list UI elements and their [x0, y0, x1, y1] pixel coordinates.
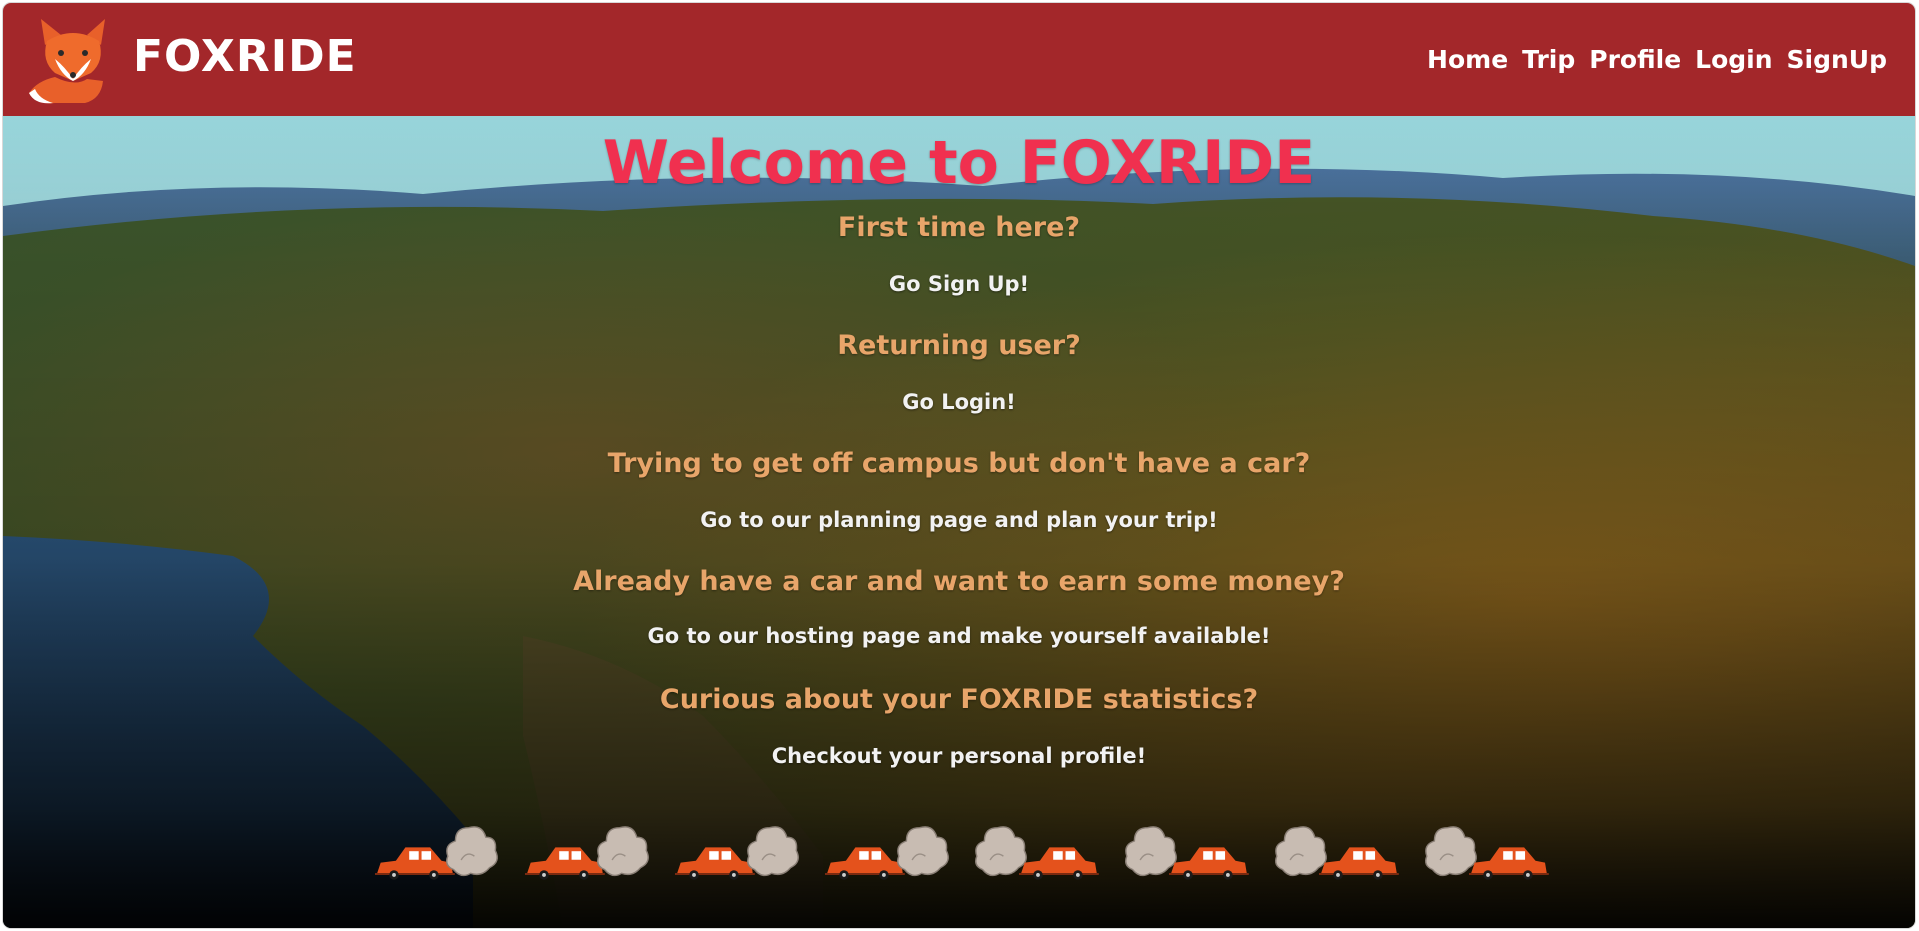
exhaust-cloud-icon — [1275, 826, 1327, 877]
car-icon — [1318, 846, 1400, 881]
nav-link-trip[interactable]: Trip — [1522, 45, 1575, 74]
car-icon — [524, 846, 606, 881]
car-icon — [1168, 846, 1250, 881]
car-icon — [674, 846, 756, 881]
car-icon — [824, 846, 906, 881]
hero-section: Welcome to FOXRIDE First time here? Go S… — [3, 116, 1915, 928]
nav-link-login[interactable]: Login — [1695, 45, 1772, 74]
nav-link-home[interactable]: Home — [1427, 45, 1508, 74]
exhaust-cloud-icon — [1125, 826, 1177, 877]
navbar: FOXRIDE Home Trip Profile Login SignUp — [3, 3, 1915, 116]
fox-logo-icon[interactable] — [25, 15, 115, 107]
car-icon — [1018, 846, 1100, 881]
nav-link-profile[interactable]: Profile — [1589, 45, 1681, 74]
app-window: FOXRIDE Home Trip Profile Login SignUp W… — [3, 3, 1915, 928]
nav-links: Home Trip Profile Login SignUp — [1427, 45, 1887, 74]
exhaust-cloud-icon — [597, 826, 649, 877]
exhaust-cloud-icon — [975, 826, 1027, 877]
exhaust-cloud-icon — [747, 826, 799, 877]
car-icon — [1468, 846, 1550, 881]
nav-link-signup[interactable]: SignUp — [1787, 45, 1887, 74]
brand-name[interactable]: FOXRIDE — [133, 31, 357, 82]
exhaust-cloud-icon — [897, 826, 949, 877]
exhaust-cloud-icon — [1425, 826, 1477, 877]
car-icon — [374, 846, 456, 881]
car-animation-row — [374, 826, 1550, 881]
exhaust-cloud-icon — [446, 826, 498, 877]
